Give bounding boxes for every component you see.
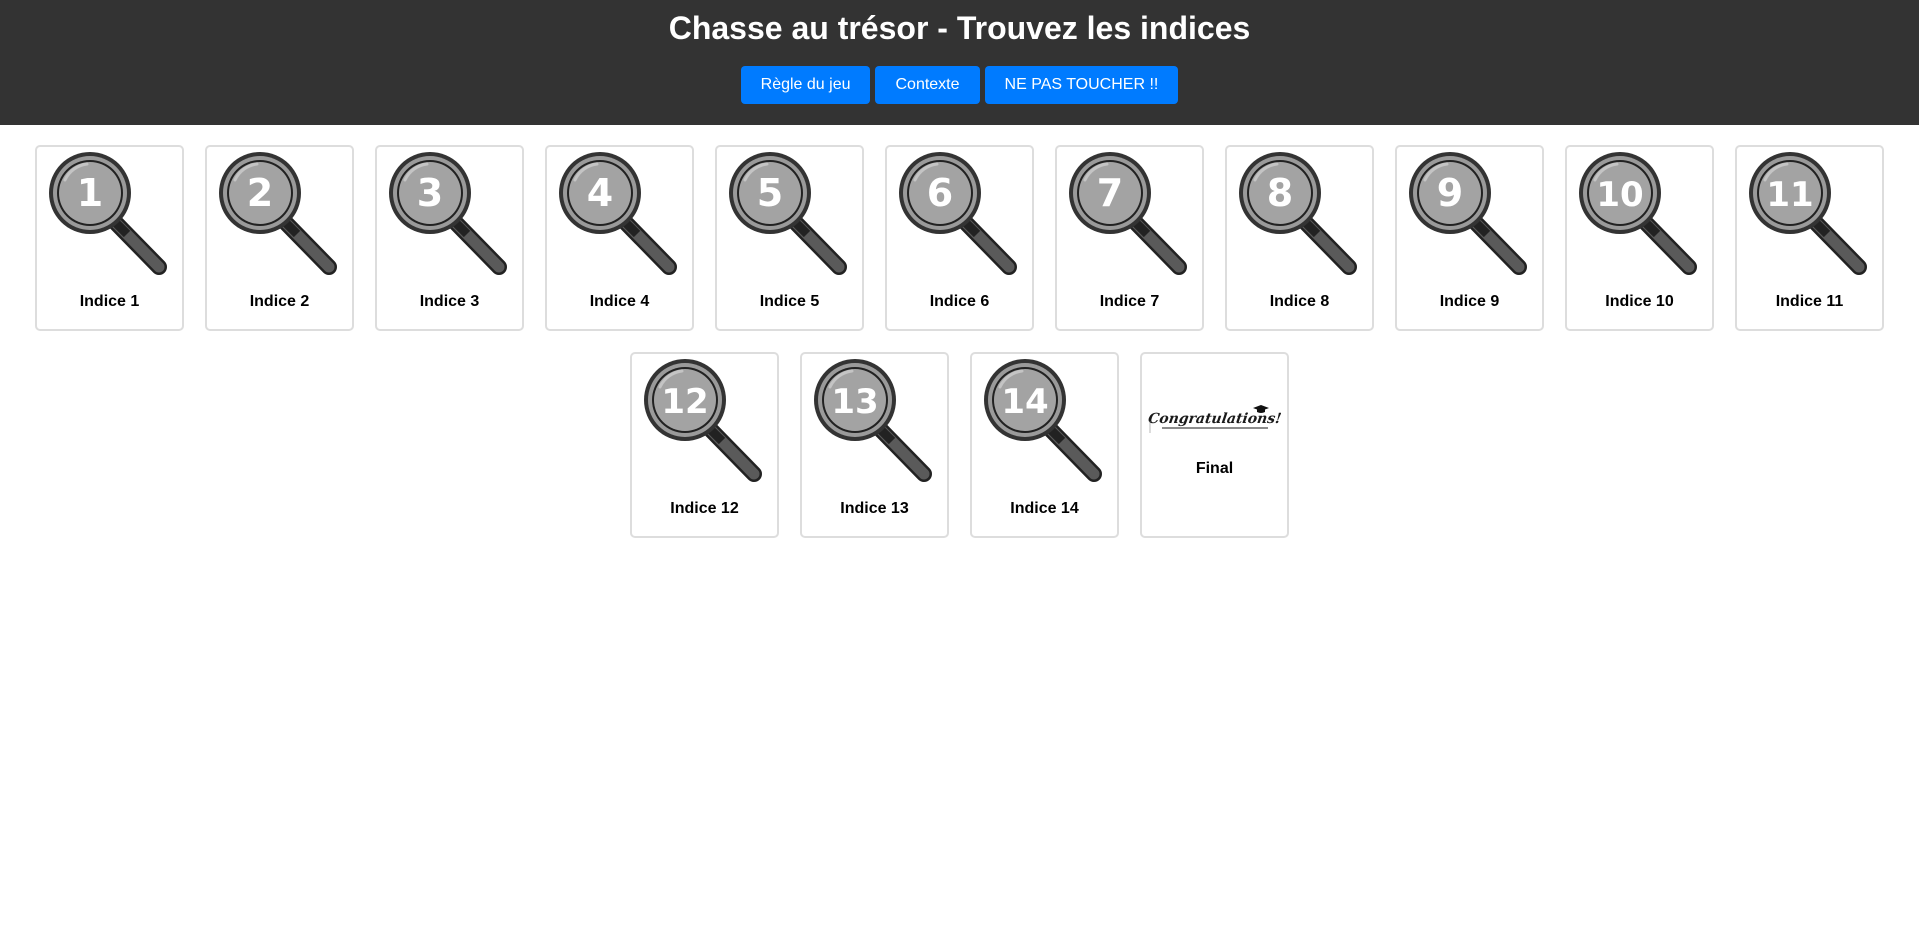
nav-buttons: Règle du jeu Contexte NE PAS TOUCHER !! [0, 66, 1919, 104]
magnifying-glass-icon: 10 [1579, 152, 1697, 275]
magnifying-glass-icon: 4 [559, 152, 677, 275]
rules-button[interactable]: Règle du jeu [740, 66, 871, 104]
magnifying-glass-icon: 9 [1409, 152, 1527, 275]
clue-label: Indice 13 [840, 500, 909, 517]
clue-number: 8 [1267, 171, 1293, 215]
clue-number: 3 [417, 171, 443, 215]
clue-card[interactable]: 6 Indice 6 [885, 145, 1034, 331]
clue-card[interactable]: 10 Indice 10 [1565, 145, 1714, 331]
final-label: Final [1195, 460, 1234, 477]
magnifying-glass-icon: 7 [1069, 152, 1187, 275]
clue-label: Indice 1 [79, 293, 140, 310]
clue-label: Indice 8 [1269, 293, 1330, 310]
clue-grid: 1 Indice 1 2 Indice 2 3 Indice 3 4 Indice 4 5 Ind… [0, 125, 1919, 538]
clue-number: 11 [1766, 175, 1813, 215]
clue-card[interactable]: 2 Indice 2 [205, 145, 354, 331]
clue-label: Indice 9 [1439, 293, 1500, 310]
magnifying-glass-icon: 14 [984, 359, 1102, 482]
magnifying-glass-icon: 5 [729, 152, 847, 275]
clue-label: Indice 5 [759, 293, 820, 310]
clue-label: Indice 3 [419, 293, 480, 310]
clue-card[interactable]: 14 Indice 14 [970, 352, 1119, 538]
magnifying-glass-icon: 2 [219, 152, 337, 275]
clue-card[interactable]: 13 Indice 13 [800, 352, 949, 538]
clue-card[interactable]: 4 Indice 4 [545, 145, 694, 331]
clue-number: 5 [757, 171, 783, 215]
magnifying-glass-icon: 8 [1239, 152, 1357, 275]
clue-label: Indice 10 [1605, 293, 1674, 310]
svg-text:Congratulations!: Congratulations! [1148, 411, 1281, 427]
clue-number: 9 [1437, 171, 1463, 215]
clue-number: 14 [1001, 382, 1048, 422]
clue-label: Indice 12 [670, 500, 739, 517]
header: Chasse au trésor - Trouvez les indices R… [0, 0, 1919, 125]
clue-card[interactable]: 8 Indice 8 [1225, 145, 1374, 331]
clue-label: Indice 2 [249, 293, 310, 310]
clue-card[interactable]: 3 Indice 3 [375, 145, 524, 331]
magnifying-glass-icon: 12 [644, 359, 762, 482]
magnifying-glass-icon: 3 [389, 152, 507, 275]
magnifying-glass-icon: 6 [899, 152, 1017, 275]
clue-number: 7 [1097, 171, 1123, 215]
clue-number: 10 [1596, 175, 1643, 215]
magnifying-glass-icon: 13 [814, 359, 932, 482]
do-not-touch-button[interactable]: NE PAS TOUCHER !! [984, 66, 1179, 104]
congratulations-image: Congratulations! [1148, 403, 1281, 433]
clue-card[interactable]: 12 Indice 12 [630, 352, 779, 538]
clue-card[interactable]: 7 Indice 7 [1055, 145, 1204, 331]
final-card[interactable]: Congratulations! Final [1140, 352, 1289, 538]
context-button[interactable]: Contexte [875, 66, 980, 104]
clue-label: Indice 6 [929, 293, 990, 310]
clue-label: Indice 11 [1775, 293, 1844, 310]
clue-number: 1 [77, 171, 103, 215]
page-title: Chasse au trésor - Trouvez les indices [668, 10, 1251, 46]
clue-card[interactable]: 1 Indice 1 [35, 145, 184, 331]
clue-card[interactable]: 11 Indice 11 [1735, 145, 1884, 331]
clue-card[interactable]: 5 Indice 5 [715, 145, 864, 331]
magnifying-glass-icon: 1 [49, 152, 167, 275]
clue-card[interactable]: 9 Indice 9 [1395, 145, 1544, 331]
clue-number: 4 [587, 171, 613, 215]
clue-label: Indice 14 [1010, 500, 1079, 517]
clue-number: 2 [247, 171, 273, 215]
magnifying-glass-icon: 11 [1749, 152, 1867, 275]
clue-number: 6 [927, 171, 953, 215]
clue-number: 13 [831, 382, 878, 422]
clue-label: Indice 7 [1099, 293, 1160, 310]
clue-number: 12 [661, 382, 708, 422]
clue-label: Indice 4 [589, 293, 650, 310]
